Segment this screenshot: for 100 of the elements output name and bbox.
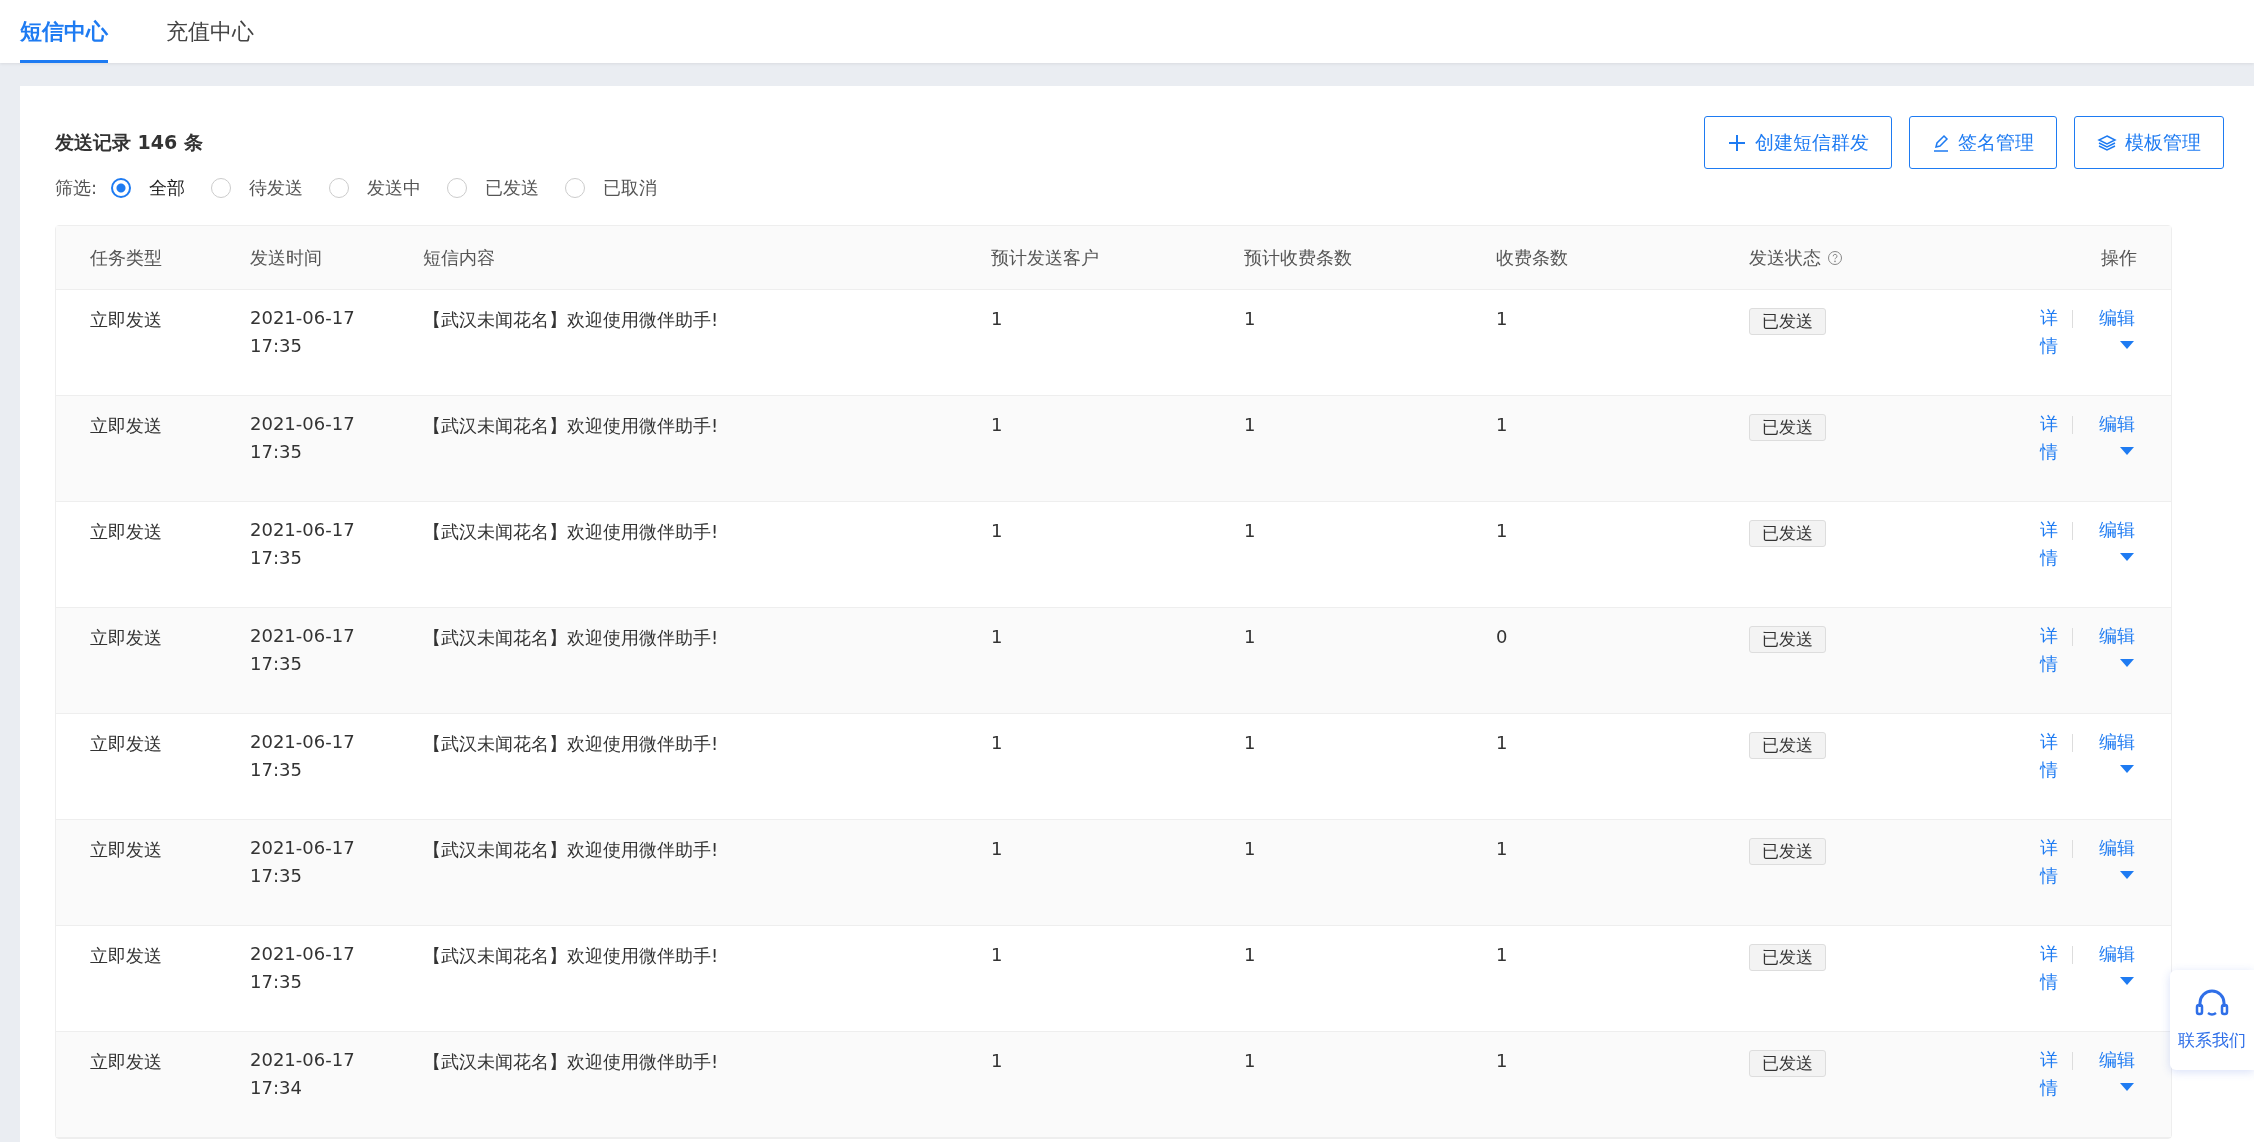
radio-label[interactable]: 待发送 [249,176,304,200]
column-header: 短信内容 [423,245,495,270]
table-cell: 1 [1244,520,1256,541]
table-cell: 【武汉未闻花名】欢迎使用微伴助手! [423,838,719,862]
table-cell-text: 17:35 [250,546,303,570]
contact-label: 联系我们 [2178,1028,2246,1052]
table-cell: 1 [1244,1050,1256,1071]
radio-label[interactable]: 发送中 [367,176,422,200]
table-cell-text: 2021-06-17 [250,730,356,754]
table-cell-text: 17:35 [250,440,303,464]
table-cell: 立即发送 [90,732,162,756]
edit-link[interactable]: 编辑 [2099,834,2135,862]
table-cell: 1 [1244,626,1256,647]
table-cell: 立即发送 [90,1050,162,1074]
status-tag: 已发送 [1749,308,1826,335]
detail-link[interactable]: 详情 [2040,622,2058,678]
table-cell: 【武汉未闻花名】欢迎使用微伴助手! [423,944,719,968]
table-cell: 立即发送 [90,626,162,650]
column-header: 预计收费条数 [1244,245,1352,270]
status-tag: 已发送 [1749,626,1826,653]
contact-widget[interactable]: 联系我们 [2170,970,2254,1070]
table-cell-text: 2021-06-17 [250,624,356,648]
edit-link[interactable]: 编辑 [2099,940,2135,968]
tab[interactable]: 充值中心 [166,0,254,63]
action-button[interactable]: 创建短信群发 [1704,116,1892,169]
edit-link[interactable]: 编辑 [2099,304,2135,332]
table-cell: 1 [1496,414,1508,435]
table-cell-text: 17:35 [250,864,303,888]
detail-link[interactable]: 详情 [2040,410,2058,466]
dropdown-caret-icon[interactable] [2119,446,2135,456]
detail-link[interactable]: 详情 [2040,304,2058,360]
table-cell: 立即发送 [90,944,162,968]
radio-label[interactable]: 全部 [149,176,186,200]
radio-button[interactable] [111,178,132,198]
detail-link[interactable]: 详情 [2040,516,2058,572]
table-cell: 1 [1496,308,1508,329]
table-cell: 1 [1496,944,1508,965]
column-header: 发送时间 [250,245,322,270]
column-header: 操作 [2101,245,2137,270]
table-cell-text: 2021-06-17 [250,942,356,966]
table-cell: 1 [1496,520,1508,541]
table-cell: 【武汉未闻花名】欢迎使用微伴助手! [423,308,719,332]
column-header: 收费条数 [1496,245,1568,270]
table-cell: 1 [991,520,1003,541]
table-cell: 立即发送 [90,838,162,862]
table-cell: 1 [1244,414,1256,435]
dropdown-caret-icon[interactable] [2119,658,2135,668]
table-cell: 立即发送 [90,520,162,544]
status-tag: 已发送 [1749,414,1826,441]
filter-label: 筛选: [55,176,98,200]
table-cell-text: 17:35 [250,970,303,994]
help-icon[interactable] [1827,249,1843,266]
dropdown-caret-icon[interactable] [2119,552,2135,562]
dropdown-caret-icon[interactable] [2119,870,2135,880]
table-cell: 立即发送 [90,308,162,332]
detail-link[interactable]: 详情 [2040,1046,2058,1102]
dropdown-caret-icon[interactable] [2119,1082,2135,1092]
status-tag: 已发送 [1749,838,1826,865]
edit-link[interactable]: 编辑 [2099,1046,2135,1074]
table-cell: 1 [1244,732,1256,753]
edit-link[interactable]: 编辑 [2099,516,2135,544]
edit-link[interactable]: 编辑 [2099,410,2135,438]
action-button[interactable]: 签名管理 [1909,116,2057,169]
tab[interactable]: 短信中心 [20,0,108,63]
detail-link[interactable]: 详情 [2040,940,2058,996]
pencil-icon [1932,132,1950,153]
table-cell-text: 17:35 [250,758,303,782]
status-tag: 已发送 [1749,732,1826,759]
table-cell-text: 2021-06-17 [250,836,356,860]
edit-link[interactable]: 编辑 [2099,728,2135,756]
table-cell: 1 [1244,838,1256,859]
column-header: 预计发送客户 [991,245,1099,270]
dropdown-caret-icon[interactable] [2119,340,2135,350]
table-cell-text: 2021-06-17 [250,412,356,436]
table-cell-text: 2021-06-17 [250,306,356,330]
dropdown-caret-icon[interactable] [2119,976,2135,986]
table-cell: 【武汉未闻花名】欢迎使用微伴助手! [423,732,719,756]
dropdown-caret-icon[interactable] [2119,764,2135,774]
table-cell: 【武汉未闻花名】欢迎使用微伴助手! [423,1050,719,1074]
table-cell: 1 [1496,838,1508,859]
edit-link[interactable]: 编辑 [2099,622,2135,650]
table-cell-text: 17:35 [250,652,303,676]
action-button[interactable]: 模板管理 [2074,116,2224,169]
table-cell: 立即发送 [90,414,162,438]
table-cell: 1 [1496,732,1508,753]
status-tag: 已发送 [1749,1050,1826,1077]
table-cell: 1 [991,414,1003,435]
table-cell: 【武汉未闻花名】欢迎使用微伴助手! [423,626,719,650]
table-cell-text: 2021-06-17 [250,1048,356,1072]
detail-link[interactable]: 详情 [2040,728,2058,784]
table-cell: 【武汉未闻花名】欢迎使用微伴助手! [423,520,719,544]
table-cell: 1 [991,944,1003,965]
radio-label[interactable]: 已发送 [485,176,540,200]
detail-link[interactable]: 详情 [2040,834,2058,890]
column-header: 发送状态 [1749,245,1821,270]
radio-label[interactable]: 已取消 [603,176,658,200]
table-cell: 1 [991,732,1003,753]
table-cell: 1 [991,626,1003,647]
table-cell: 1 [1244,944,1256,965]
record-count-title: 发送记录 146 条 [55,130,204,155]
